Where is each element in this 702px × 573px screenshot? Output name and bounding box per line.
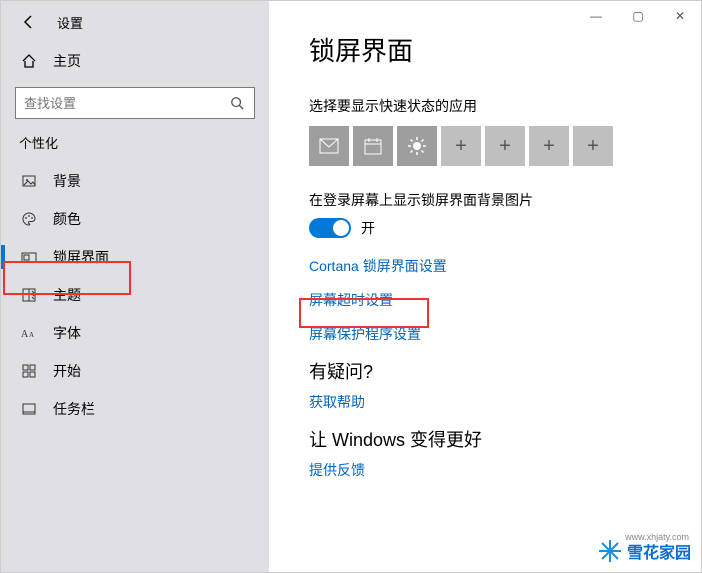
content-inner: 锁屏界面 选择要显示快速状态的应用 + + + + 在登录屏幕上显示锁屏界面背景… bbox=[269, 1, 701, 480]
taskbar-icon bbox=[19, 401, 39, 417]
bg-toggle-label: 在登录屏幕上显示锁屏界面背景图片 bbox=[309, 190, 701, 210]
watermark: 雪花家园 www.xhjaty.com bbox=[597, 538, 691, 564]
sidebar-item-label: 字体 bbox=[53, 323, 81, 343]
snowflake-icon bbox=[597, 538, 623, 564]
bg-toggle-row: 开 bbox=[309, 218, 701, 238]
sidebar-item-taskbar[interactable]: 任务栏 bbox=[1, 390, 269, 428]
font-icon: AA bbox=[19, 327, 39, 339]
sidebar-item-label: 开始 bbox=[53, 361, 81, 381]
tile-mail[interactable] bbox=[309, 126, 349, 166]
sidebar-item-colors[interactable]: 颜色 bbox=[1, 200, 269, 238]
help-heading: 有疑问? bbox=[309, 358, 701, 384]
sidebar-item-label: 任务栏 bbox=[53, 399, 95, 419]
watermark-url: www.xhjaty.com bbox=[625, 532, 689, 542]
sidebar-item-start[interactable]: 开始 bbox=[1, 352, 269, 390]
improve-heading: 让 Windows 变得更好 bbox=[309, 426, 701, 452]
maximize-button[interactable]: ▢ bbox=[617, 1, 659, 31]
bg-toggle-state: 开 bbox=[361, 218, 375, 238]
tile-add[interactable]: + bbox=[573, 126, 613, 166]
tile-add[interactable]: + bbox=[441, 126, 481, 166]
home-button[interactable]: 主页 bbox=[1, 43, 269, 79]
home-icon bbox=[19, 53, 39, 69]
link-timeout[interactable]: 屏幕超时设置 bbox=[309, 290, 701, 310]
watermark-brand: 雪花家园 bbox=[627, 539, 691, 563]
bg-toggle[interactable] bbox=[309, 218, 351, 238]
minimize-button[interactable]: — bbox=[575, 1, 617, 31]
quick-status-label: 选择要显示快速状态的应用 bbox=[309, 96, 701, 116]
link-get-help[interactable]: 获取帮助 bbox=[309, 392, 701, 412]
back-arrow-icon[interactable] bbox=[19, 12, 39, 32]
link-screensaver[interactable]: 屏幕保护程序设置 bbox=[309, 324, 701, 344]
home-label: 主页 bbox=[53, 51, 81, 71]
tile-add[interactable]: + bbox=[485, 126, 525, 166]
title-bar: 设置 bbox=[1, 1, 269, 43]
svg-text:A: A bbox=[21, 329, 29, 339]
sidebar-item-themes[interactable]: 主题 bbox=[1, 276, 269, 314]
search-box[interactable] bbox=[15, 87, 255, 119]
sidebar-item-lockscreen[interactable]: 锁屏界面 bbox=[1, 238, 269, 276]
sidebar-item-label: 主题 bbox=[53, 285, 81, 305]
window-controls: — ▢ ✕ bbox=[575, 1, 701, 31]
tile-weather[interactable] bbox=[397, 126, 437, 166]
page-title: 锁屏界面 bbox=[309, 31, 701, 68]
tile-add[interactable]: + bbox=[529, 126, 569, 166]
tile-calendar[interactable] bbox=[353, 126, 393, 166]
sidebar-item-label: 背景 bbox=[53, 171, 81, 191]
window-title: 设置 bbox=[57, 13, 83, 32]
link-cortana[interactable]: Cortana 锁屏界面设置 bbox=[309, 256, 701, 276]
lock-icon bbox=[19, 249, 39, 265]
svg-text:A: A bbox=[29, 331, 34, 339]
search-icon bbox=[230, 96, 246, 110]
sidebar-item-label: 颜色 bbox=[53, 209, 81, 229]
sidebar: 设置 主页 个性化 背景 颜色 锁 bbox=[1, 1, 269, 572]
link-feedback[interactable]: 提供反馈 bbox=[309, 460, 701, 480]
section-header: 个性化 bbox=[1, 133, 269, 162]
settings-window: 设置 主页 个性化 背景 颜色 锁 bbox=[0, 0, 702, 573]
quick-status-tiles: + + + + bbox=[309, 126, 701, 166]
sidebar-item-fonts[interactable]: AA 字体 bbox=[1, 314, 269, 352]
sidebar-item-background[interactable]: 背景 bbox=[1, 162, 269, 200]
close-button[interactable]: ✕ bbox=[659, 1, 701, 31]
theme-icon bbox=[19, 287, 39, 303]
start-icon bbox=[19, 363, 39, 379]
sidebar-item-label: 锁屏界面 bbox=[53, 247, 109, 267]
palette-icon bbox=[19, 211, 39, 227]
search-input[interactable] bbox=[24, 96, 230, 111]
nav-list: 背景 颜色 锁屏界面 主题 AA 字体 开始 bbox=[1, 162, 269, 428]
image-icon bbox=[19, 173, 39, 189]
content-pane: — ▢ ✕ 锁屏界面 选择要显示快速状态的应用 + + + + bbox=[269, 1, 701, 572]
